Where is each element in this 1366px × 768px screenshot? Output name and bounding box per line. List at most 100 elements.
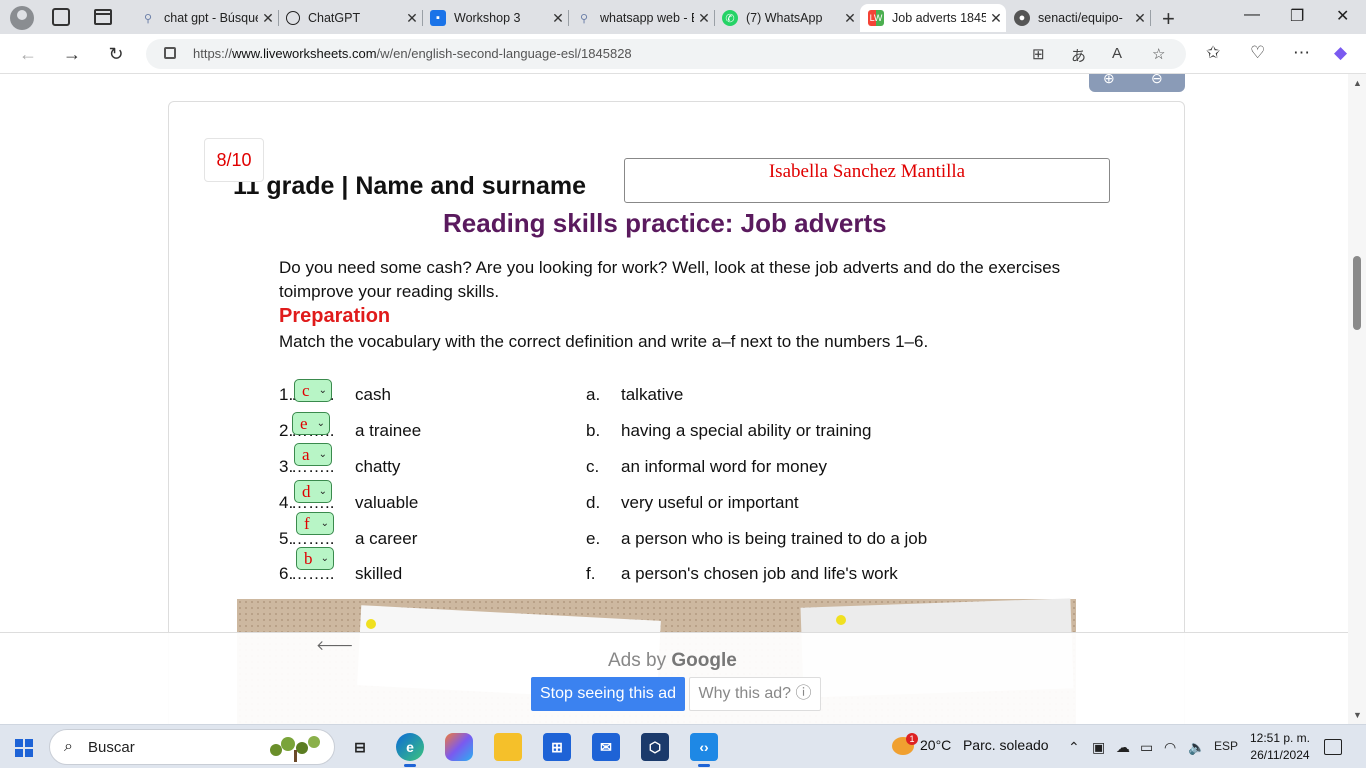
profile-icon[interactable] <box>10 6 34 30</box>
tab-chatgpt[interactable]: ChatGPT ✕ <box>278 4 422 32</box>
microsoft-store-icon[interactable]: ⊞ <box>543 733 571 761</box>
stop-seeing-ad-button[interactable]: Stop seeing this ad <box>531 677 685 711</box>
close-tab-icon[interactable]: ✕ <box>402 10 422 27</box>
taskbar-search[interactable]: ⌕ Buscar <box>49 729 335 765</box>
workspaces-icon[interactable] <box>52 8 70 26</box>
meet-now-icon[interactable]: ▣ <box>1092 739 1105 756</box>
answer-value: f <box>304 514 310 533</box>
scroll-up-icon[interactable]: ▲ <box>1353 78 1362 88</box>
copilot-app-icon[interactable] <box>445 733 473 761</box>
search-icon: ⌕ <box>64 738 73 755</box>
scroll-thumb[interactable] <box>1353 256 1361 330</box>
minimize-icon[interactable]: — <box>1244 6 1260 24</box>
answer-value: a <box>302 445 310 464</box>
more-menu-icon[interactable]: ⋯ <box>1293 43 1310 63</box>
name-field[interactable]: Isabella Sanchez Mantilla <box>624 158 1110 203</box>
definition-letter: c. <box>586 457 600 476</box>
chevron-down-icon: ⌄ <box>320 553 329 564</box>
system-clock[interactable]: 12:51 p. m. 26/11/2024 <box>1240 730 1320 764</box>
close-tab-icon[interactable]: ✕ <box>986 10 1006 27</box>
search-icon: ⚲ <box>579 12 589 25</box>
favorites-icon[interactable]: ✩ <box>1206 43 1220 63</box>
copilot-icon[interactable]: ◆ <box>1334 43 1347 63</box>
answer-select[interactable]: b ⌄ <box>296 547 334 570</box>
lock-icon[interactable] <box>164 47 176 59</box>
new-tab-icon[interactable]: + <box>1162 6 1175 32</box>
section-heading: Preparation <box>279 305 391 327</box>
answer-select[interactable]: e ⌄ <box>292 412 330 435</box>
favorite-star-icon[interactable]: ☆ <box>1152 45 1165 63</box>
windows-start-icon[interactable] <box>15 739 33 757</box>
packet-tracer-icon[interactable]: ⬡ <box>641 733 669 761</box>
answer-select[interactable]: a ⌄ <box>294 443 332 466</box>
match-row: 5. …….. f ⌄ a career e. a person who is b… <box>0 512 1000 553</box>
clock-date: 26/11/2024 <box>1250 748 1310 762</box>
tab-job-adverts[interactable]: LW Job adverts 1845828 ✕ <box>860 4 1006 32</box>
translate-icon[interactable]: あ <box>1071 45 1086 66</box>
tab-actions-icon[interactable] <box>94 9 112 25</box>
app-available-icon[interactable]: ⊞ <box>1032 45 1045 63</box>
wifi-icon[interactable]: ◠ <box>1164 739 1176 756</box>
forward-icon[interactable]: → <box>58 42 86 66</box>
restore-icon[interactable]: ❐ <box>1290 6 1304 26</box>
chevron-down-icon: ⌄ <box>318 449 327 460</box>
weather-widget[interactable]: 1 20°C Parc. soleado <box>892 733 1049 756</box>
close-tab-icon[interactable]: ✕ <box>548 10 568 27</box>
close-window-icon[interactable]: ✕ <box>1336 6 1349 26</box>
chevron-up-icon[interactable]: ⌃ <box>1068 739 1080 756</box>
match-row: 4. …….. d⌄ valuable d. very useful or im… <box>0 480 1000 517</box>
language-indicator[interactable]: ESP <box>1214 739 1238 753</box>
why-this-ad-button[interactable]: Why this ad? ⓘ <box>689 677 821 711</box>
search-highlight-image <box>270 736 320 762</box>
edge-icon[interactable]: e <box>396 733 424 767</box>
tab-separator <box>1150 10 1151 26</box>
battery-icon[interactable]: ▭ <box>1140 739 1153 756</box>
tab-github[interactable]: ● senacti/equipo- ✕ <box>1006 4 1150 32</box>
refresh-icon[interactable]: ↻ <box>102 42 130 66</box>
answer-select[interactable]: d ⌄ <box>294 480 332 503</box>
answer-value: d <box>302 482 311 501</box>
onedrive-icon[interactable]: ☁ <box>1116 739 1130 756</box>
close-tab-icon[interactable]: ✕ <box>1130 10 1150 27</box>
definition-text: a person's chosen job and life's work <box>621 564 898 583</box>
pin-icon <box>836 615 846 625</box>
weather-sun-icon: 1 <box>892 733 918 756</box>
read-aloud-icon[interactable]: A <box>1112 45 1122 62</box>
back-icon[interactable]: ← <box>14 42 42 66</box>
notifications-icon[interactable] <box>1324 739 1342 755</box>
close-tab-icon[interactable]: ✕ <box>840 10 860 27</box>
zoom-toolbar: ⊕ ⊖ <box>1089 74 1185 92</box>
answer-value: c <box>302 381 310 400</box>
tab-whatsapp[interactable]: ✆ (7) WhatsApp ✕ <box>714 4 860 32</box>
task-view-icon[interactable]: ⊟ <box>346 733 374 761</box>
zoom-in-icon[interactable]: ⊕ <box>1103 74 1115 87</box>
zoom-out-icon[interactable]: ⊖ <box>1151 74 1163 87</box>
close-tab-icon[interactable]: ✕ <box>694 10 714 27</box>
volume-icon[interactable]: 🔈 <box>1188 739 1205 756</box>
close-tab-icon[interactable]: ✕ <box>258 10 278 27</box>
browser-essentials-icon[interactable]: ♡ <box>1250 43 1265 63</box>
tab-title: whatsapp web - Búsqueda <box>600 11 694 25</box>
page-scrollbar[interactable]: ▲ ▼ <box>1348 74 1366 724</box>
temperature: 20°C <box>920 737 952 753</box>
file-explorer-icon[interactable] <box>494 733 522 761</box>
address-bar[interactable]: https://www.liveworksheets.com/w/en/engl… <box>146 39 1186 69</box>
worksheet-title: Reading skills practice: Job adverts <box>443 208 887 238</box>
mail-icon[interactable]: ✉ <box>592 733 620 761</box>
match-row: 3. …….. a ⌄ chatty c. an informal word fo… <box>0 443 1000 481</box>
tab-workshop[interactable]: ▪ Workshop 3 ✕ <box>422 4 568 32</box>
tab-whatsapp-search[interactable]: ⚲ whatsapp web - Búsqueda ✕ <box>568 4 714 32</box>
page-content: ⊕ ⊖ 11 grade | Name and surname 8/10 Isa… <box>0 74 1348 724</box>
tab-strip: ⚲ chat gpt - Búsqueda ✕ ChatGPT ✕ ▪ Work… <box>0 0 1366 34</box>
answer-value: b <box>304 549 313 568</box>
answer-select[interactable]: c ⌄ <box>294 379 332 402</box>
tab-chatgpt-search[interactable]: ⚲ chat gpt - Búsqueda ✕ <box>132 4 278 32</box>
definition-text: having a special ability or training <box>621 421 872 440</box>
vscode-icon[interactable]: ‹› <box>690 733 718 767</box>
vocab-word: valuable <box>355 493 419 512</box>
definition-text: talkative <box>621 385 684 404</box>
answer-select[interactable]: f ⌄ <box>296 512 334 535</box>
url-text[interactable]: https://www.liveworksheets.com/w/en/engl… <box>193 46 632 61</box>
ad-back-icon[interactable]: 🡐 <box>316 637 354 654</box>
scroll-down-icon[interactable]: ▼ <box>1353 710 1362 720</box>
